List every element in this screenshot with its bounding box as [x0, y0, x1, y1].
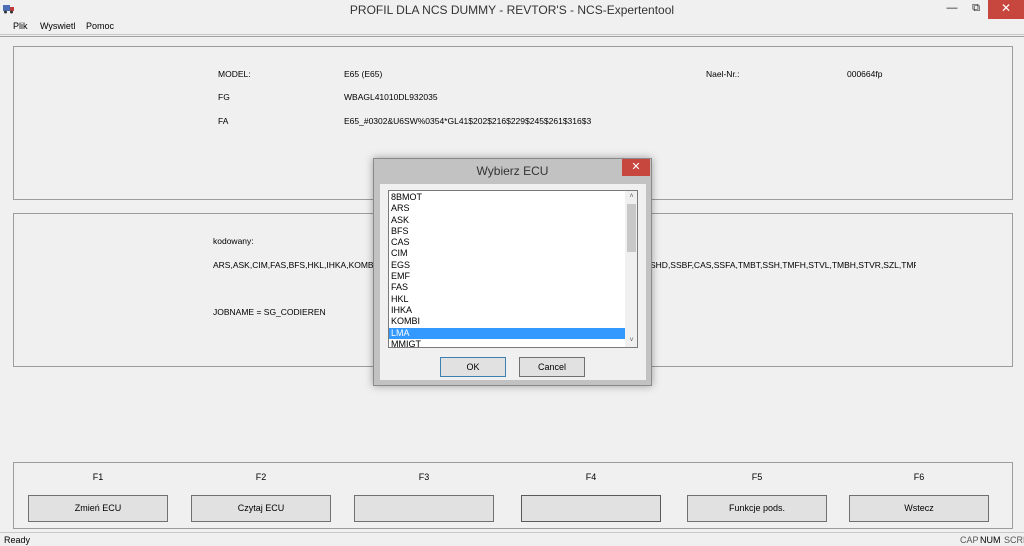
scrl-indicator: SCRL [1004, 535, 1024, 545]
menu-plik[interactable]: Plik [13, 21, 28, 31]
ecu-list-item[interactable]: FAS [389, 282, 625, 293]
model-label: MODEL: [218, 69, 251, 79]
ecu-list-item[interactable]: BFS [389, 226, 625, 237]
restore-button[interactable]: ⧉ [964, 0, 988, 19]
status-bar: Ready CAP NUM SCRL [0, 532, 1024, 546]
jobname-text: JOBNAME = SG_CODIEREN [213, 307, 326, 317]
nael-value: 000664fp [847, 69, 883, 79]
basic-functions-button[interactable]: Funkcje pods. [687, 495, 827, 522]
listbox-scrollbar[interactable]: ˄ ˅ [625, 191, 637, 347]
fg-value: WBAGL41010DL932035 [344, 92, 438, 102]
ecu-list-item[interactable]: MMIGT [389, 339, 625, 347]
dialog-title: Wybierz ECU [476, 164, 549, 178]
ecu-list-item[interactable]: EMF [389, 271, 625, 282]
status-text: Ready [4, 535, 31, 545]
f3-button[interactable] [354, 495, 494, 522]
ecu-list-item[interactable]: HKL [389, 294, 625, 305]
fa-value: E65_#0302&U6SW%0354*GL41$202$216$229$245… [344, 116, 592, 126]
read-ecu-button[interactable]: Czytaj ECU [191, 495, 331, 522]
scroll-down-icon[interactable]: ˅ [625, 335, 637, 347]
nael-label: Nael-Nr.: [706, 69, 740, 79]
window-title: PROFIL DLA NCS DUMMY - REVTOR'S - NCS-Ex… [349, 3, 675, 17]
ecu-list-item[interactable]: CAS [389, 237, 625, 248]
ecu-list-item[interactable]: KOMBI [389, 316, 625, 327]
scroll-up-icon[interactable]: ˄ [625, 191, 637, 203]
ecu-list-item[interactable]: ARS [389, 203, 625, 214]
fkey-label-f5: F5 [751, 472, 763, 482]
minimize-button[interactable]: — [940, 0, 964, 19]
cap-indicator: CAP [960, 535, 979, 545]
fa-label: FA [218, 116, 229, 126]
coded-ecus-right: SHD,SSBF,CAS,SSFA,TMBT,SSH,TMFH,STVL,TMB… [650, 260, 916, 270]
ecu-list-item[interactable]: CIM [389, 248, 625, 259]
fkey-label-f3: F3 [418, 472, 430, 482]
ecu-list-item[interactable]: IHKA [389, 305, 625, 316]
menu-wyswietl[interactable]: Wyswietl [40, 21, 75, 31]
ecu-list-item[interactable]: 8BMOT [389, 192, 625, 203]
fkey-label-f1: F1 [92, 472, 104, 482]
cancel-button[interactable]: Cancel [519, 357, 585, 377]
fkey-label-f2: F2 [255, 472, 267, 482]
menu-bar: Plik Wyswietl Pomoc [0, 19, 1024, 35]
ecu-list-item[interactable]: LMA [389, 327, 625, 339]
select-ecu-dialog: Wybierz ECU ✕ 8BMOT ARS ASK BFS CAS CIM EGS EMF… [373, 158, 652, 386]
coded-ecus-left: ARS,ASK,CIM,FAS,BFS,HKL,IHKA,KOMBI,8 [213, 260, 384, 270]
scroll-thumb[interactable] [627, 204, 636, 252]
ecu-list: 8BMOT ARS ASK BFS CAS CIM EGS EMF FAS HKL IHKA KOMB… [389, 192, 625, 347]
fg-label: FG [218, 92, 230, 102]
fkey-label-f4: F4 [585, 472, 597, 482]
menu-pomoc[interactable]: Pomoc [86, 21, 114, 31]
f4-button[interactable] [521, 495, 661, 522]
back-button[interactable]: Wstecz [849, 495, 989, 522]
num-indicator: NUM [980, 535, 1001, 545]
ok-button[interactable]: OK [440, 357, 506, 377]
close-window-button[interactable]: ✕ [988, 0, 1024, 19]
title-bar: PROFIL DLA NCS DUMMY - REVTOR'S - NCS-Ex… [0, 0, 1024, 19]
ecu-listbox[interactable]: 8BMOT ARS ASK BFS CAS CIM EGS EMF FAS HKL IHKA KOMB… [388, 190, 638, 348]
ecu-list-item[interactable]: ASK [389, 215, 625, 226]
ecu-list-item[interactable]: EGS [389, 260, 625, 271]
dialog-body: 8BMOT ARS ASK BFS CAS CIM EGS EMF FAS HKL IHKA KOMB… [380, 184, 646, 380]
change-ecu-button[interactable]: Zmień ECU [28, 495, 168, 522]
model-value: E65 (E65) [344, 69, 383, 79]
fkey-label-f6: F6 [913, 472, 925, 482]
dialog-close-button[interactable]: ✕ [622, 159, 650, 176]
coded-label: kodowany: [213, 236, 254, 246]
